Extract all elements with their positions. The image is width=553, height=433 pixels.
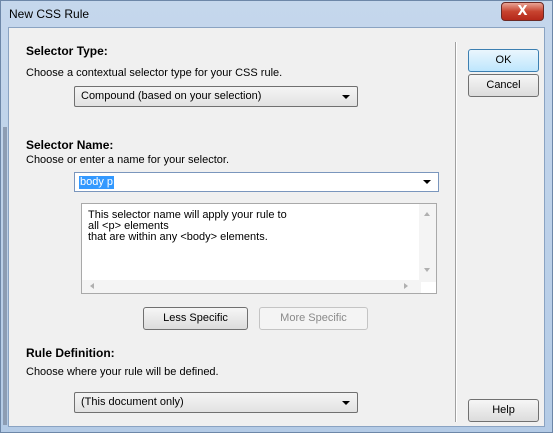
vertical-scrollbar[interactable] [419, 204, 436, 282]
selector-name-input[interactable]: body p [74, 172, 439, 192]
selector-type-dropdown[interactable]: Compound (based on your selection) [74, 86, 358, 107]
vertical-divider [455, 42, 456, 422]
less-specific-button[interactable]: Less Specific [143, 307, 248, 330]
explanation-line: that are within any <body> elements. [88, 231, 268, 243]
rule-definition-description: Choose where your rule will be defined. [26, 366, 219, 378]
selector-name-value: body p [79, 176, 115, 189]
scroll-right-icon[interactable] [404, 283, 408, 289]
window-edge-strip [3, 127, 7, 425]
dialog-window: New CSS Rule X Selector Type: Choose a c… [0, 0, 553, 433]
chevron-down-icon [342, 95, 350, 99]
cancel-button[interactable]: Cancel [468, 74, 539, 97]
title-bar[interactable]: New CSS Rule X [1, 1, 552, 27]
dialog-body: Selector Type: Choose a contextual selec… [8, 27, 545, 427]
chevron-down-icon[interactable] [423, 180, 431, 184]
ok-button[interactable]: OK [468, 49, 539, 72]
selector-name-description: Choose or enter a name for your selector… [26, 154, 229, 166]
selector-type-value: Compound (based on your selection) [81, 90, 262, 102]
selector-type-description: Choose a contextual selector type for yo… [26, 67, 283, 79]
selector-explanation-box[interactable]: This selector name will apply your rule … [81, 203, 437, 294]
selector-type-heading: Selector Type: [26, 44, 108, 58]
rule-definition-value: (This document only) [81, 396, 184, 408]
scroll-down-icon[interactable] [424, 268, 430, 272]
scroll-up-icon[interactable] [424, 212, 430, 216]
selector-name-heading: Selector Name: [26, 138, 114, 152]
more-specific-button[interactable]: More Specific [259, 307, 368, 330]
horizontal-scrollbar[interactable] [82, 280, 421, 293]
rule-definition-heading: Rule Definition: [26, 346, 115, 360]
close-icon: X [517, 4, 528, 19]
rule-definition-dropdown[interactable]: (This document only) [74, 392, 358, 413]
close-button[interactable]: X [501, 2, 544, 21]
window-title: New CSS Rule [9, 7, 90, 21]
help-button[interactable]: Help [468, 399, 539, 422]
scroll-left-icon[interactable] [90, 283, 94, 289]
chevron-down-icon [342, 401, 350, 405]
